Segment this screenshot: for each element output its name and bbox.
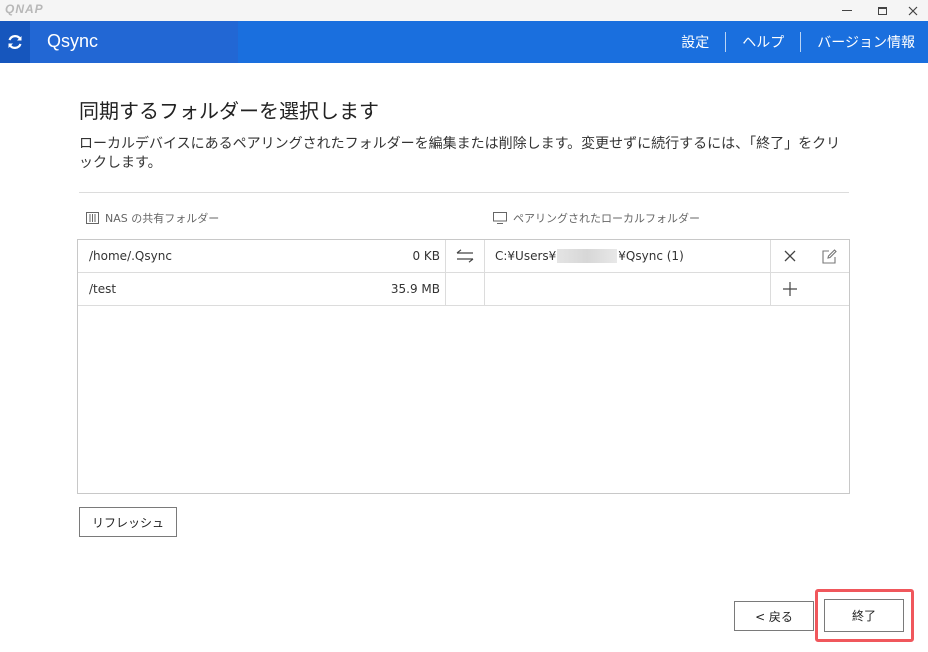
- folder-pair-table: /home/.Qsync 0 KB C:¥Users¥ ¥Qsync (1) /…: [77, 239, 850, 494]
- row-actions: [770, 240, 849, 272]
- redacted-username: [557, 249, 618, 263]
- nav-version-info[interactable]: バージョン情報: [801, 32, 915, 52]
- sync-tile: [0, 21, 30, 63]
- page-description: ローカルデバイスにあるペアリングされたフォルダーを編集または削除します。変更せず…: [79, 136, 841, 171]
- close-icon: [908, 6, 918, 15]
- sync-direction: [445, 273, 485, 305]
- edit-icon: [822, 248, 837, 264]
- divider: [79, 192, 849, 193]
- page-title: 同期するフォルダーを選択します: [79, 99, 379, 123]
- close-icon: [784, 250, 796, 262]
- app-header: Qsync 設定 ヘルプ バージョン情報: [0, 21, 928, 63]
- plus-icon: [783, 282, 797, 296]
- row-actions: [770, 273, 849, 305]
- folder-size: 35.9 MB: [390, 282, 440, 296]
- table-row[interactable]: /home/.Qsync 0 KB C:¥Users¥ ¥Qsync (1): [78, 240, 849, 273]
- nas-icon: [86, 212, 99, 224]
- local-column-text: ペアリングされたローカルフォルダー: [513, 212, 700, 225]
- minimize-button[interactable]: [832, 0, 862, 21]
- local-path-prefix: C:¥Users¥: [495, 249, 557, 263]
- nas-column-label: NAS の共有フォルダー: [86, 210, 219, 226]
- add-pair-button[interactable]: [771, 273, 809, 305]
- window-titlebar: QNAP: [0, 0, 928, 21]
- minimize-icon: [842, 10, 852, 11]
- nas-path: /test: [89, 282, 117, 296]
- nav-help[interactable]: ヘルプ: [726, 32, 800, 52]
- sync-direction: [445, 240, 485, 272]
- header-nav: 設定 ヘルプ バージョン情報: [665, 21, 915, 63]
- nas-path: /home/.Qsync: [89, 249, 172, 263]
- refresh-button[interactable]: リフレッシュ: [79, 507, 177, 537]
- monitor-icon: [493, 212, 507, 224]
- edit-pair-button[interactable]: [809, 240, 850, 272]
- remove-pair-button[interactable]: [771, 240, 809, 272]
- close-window-button[interactable]: [898, 0, 928, 21]
- back-button[interactable]: < 戻る: [734, 601, 814, 631]
- sync-icon: [8, 35, 22, 49]
- qnap-logo: QNAP: [5, 2, 44, 16]
- header-brand-area: [0, 21, 238, 63]
- maximize-icon: [877, 6, 887, 15]
- nav-settings[interactable]: 設定: [665, 32, 725, 52]
- local-column-label: ペアリングされたローカルフォルダー: [493, 210, 700, 226]
- bidirectional-arrows-icon: [456, 249, 474, 263]
- maximize-button[interactable]: [867, 0, 897, 21]
- finish-button[interactable]: 終了: [824, 599, 904, 632]
- table-row[interactable]: /test 35.9 MB: [78, 273, 849, 306]
- local-path: C:¥Users¥ ¥Qsync (1): [495, 240, 684, 272]
- app-name: Qsync: [47, 31, 99, 51]
- local-path-suffix: ¥Qsync (1): [618, 249, 684, 263]
- nas-column-text: NAS の共有フォルダー: [105, 212, 220, 225]
- folder-size: 0 KB: [412, 249, 440, 263]
